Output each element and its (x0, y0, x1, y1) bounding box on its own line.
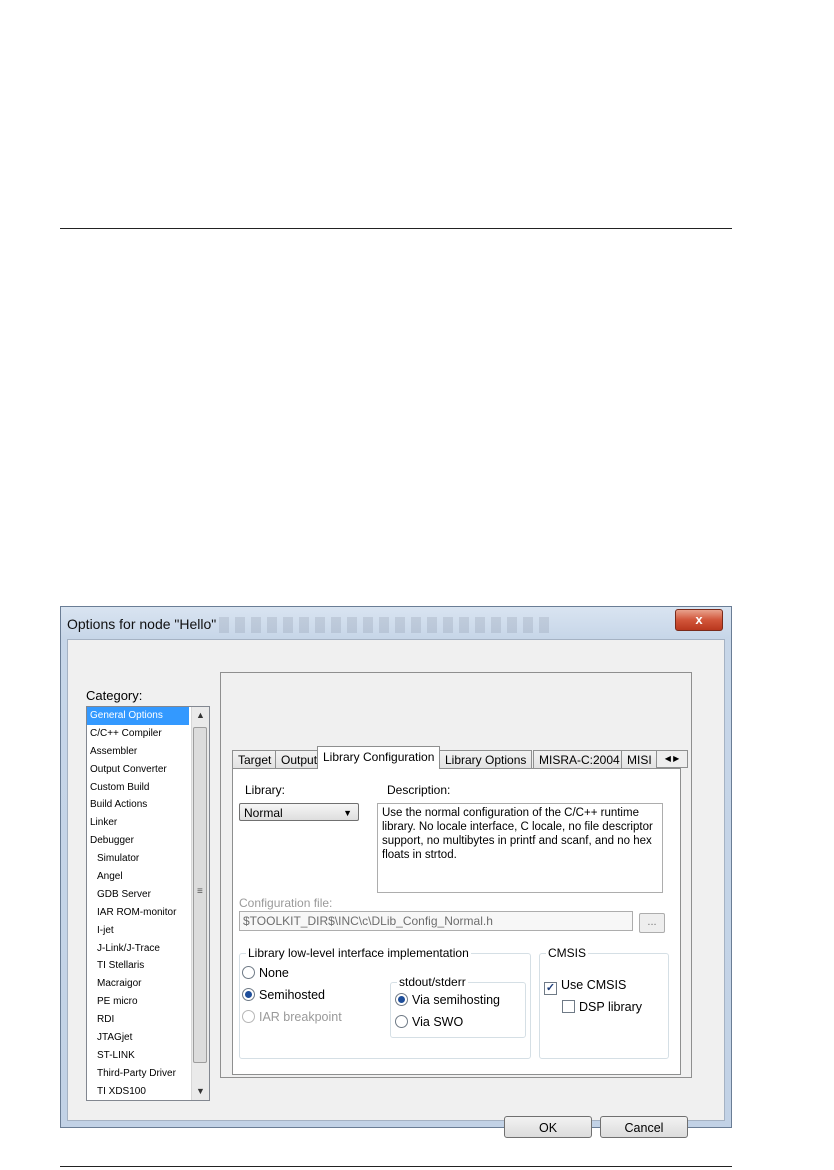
radio-via-swo-icon (395, 1015, 408, 1028)
close-icon: x (695, 612, 703, 627)
use-cmsis-checkbox[interactable]: ✓ Use CMSIS (544, 978, 626, 995)
stdout-stderr-title: stdout/stderr (397, 975, 468, 989)
tab-library-configuration[interactable]: Library Configuration (317, 746, 441, 769)
tab-output[interactable]: Output (275, 750, 324, 769)
scroll-down-icon[interactable]: ▼ (192, 1083, 209, 1100)
stdout-stderr-group: stdout/stderr Via semihosting Via SWO (390, 975, 526, 1038)
category-item[interactable]: General Options (87, 707, 189, 725)
dialog-titlebar[interactable]: Options for node "Hello" x (61, 607, 731, 637)
unchecked-box-icon (562, 1000, 575, 1013)
dialog-client-area: Category: General Options C/C++ Compiler A… (67, 639, 725, 1138)
library-label: Library: (245, 783, 286, 797)
tab-misra-c-2004[interactable]: MISRA-C:2004 (533, 750, 626, 769)
config-file-label: Configuration file: (239, 896, 333, 910)
browse-button[interactable]: ... (639, 913, 665, 933)
chevron-right-icon[interactable]: ▶ (673, 754, 679, 763)
dsp-library-label: DSP library (579, 1000, 642, 1014)
radio-via-semihosting-icon (395, 993, 408, 1006)
description-box: Use the normal configuration of the C/C+… (377, 803, 663, 893)
grip-icon: ≡ (197, 886, 203, 897)
low-level-interface-title: Library low-level interface implementati… (246, 946, 471, 960)
tab-misra-truncated[interactable]: MISI (621, 750, 658, 769)
category-scrollbar[interactable]: ▲ ≡ ▼ (191, 707, 209, 1100)
radio-via-semihosting[interactable]: Via semihosting (395, 993, 500, 1007)
low-level-interface-group: Library low-level interface implementati… (239, 946, 531, 1059)
radio-via-swo[interactable]: Via SWO (395, 1015, 463, 1029)
radio-via-swo-label: Via SWO (412, 1015, 464, 1029)
dialog-title: Options for node "Hello" (67, 616, 217, 632)
description-label: Description: (387, 783, 451, 797)
page-bottom-rule (60, 1166, 732, 1167)
dsp-library-checkbox[interactable]: DSP library (562, 1000, 642, 1014)
tab-target[interactable]: Target (232, 750, 278, 769)
radio-semihosted-icon (242, 988, 255, 1001)
library-select[interactable]: Normal ▼ (239, 803, 359, 821)
options-dialog: Options for node "Hello" x Category: Gen… (60, 606, 732, 1138)
library-select-value: Normal (244, 806, 283, 820)
radio-via-semihosting-label: Via semihosting (412, 993, 501, 1007)
cmsis-group: CMSIS ✓ Use CMSIS DSP library (539, 946, 669, 1059)
radio-iar-breakpoint[interactable]: IAR breakpoint (242, 1010, 342, 1024)
tab-library-options[interactable]: Library Options (439, 750, 533, 769)
config-file-field[interactable]: $TOOLKIT_DIR$\INC\c\DLib_Config_Normal.h (239, 911, 633, 931)
scrollbar-thumb[interactable]: ≡ (193, 727, 207, 1063)
cancel-button[interactable]: Cancel (600, 1116, 688, 1138)
radio-iar-breakpoint-icon (242, 1010, 255, 1023)
cmsis-title: CMSIS (546, 946, 589, 960)
tab-scroll-arrows[interactable]: ◀ ▶ (656, 750, 688, 768)
ok-button[interactable]: OK (504, 1116, 592, 1138)
radio-none-label: None (259, 966, 289, 980)
checkmark-icon: ✓ (544, 982, 557, 995)
page-top-rule (60, 228, 732, 229)
radio-none-icon (242, 966, 255, 979)
radio-iar-breakpoint-label: IAR breakpoint (259, 1010, 342, 1024)
close-button[interactable]: x (675, 609, 723, 631)
library-configuration-page: Library: Normal ▼ Description: Use the n… (232, 768, 681, 1075)
use-cmsis-label: Use CMSIS (561, 978, 627, 992)
chevron-down-icon: ▼ (343, 808, 352, 818)
category-list[interactable]: General Options C/C++ Compiler Assembler Ou… (86, 706, 210, 1101)
scroll-up-icon[interactable]: ▲ (192, 707, 209, 724)
radio-none[interactable]: None (242, 966, 289, 980)
chevron-left-icon[interactable]: ◀ (665, 754, 671, 763)
category-label: Category: (86, 688, 143, 703)
radio-semihosted[interactable]: Semihosted (242, 988, 325, 1002)
radio-semihosted-label: Semihosted (259, 988, 326, 1002)
background-toolbar-ghost (219, 617, 549, 633)
